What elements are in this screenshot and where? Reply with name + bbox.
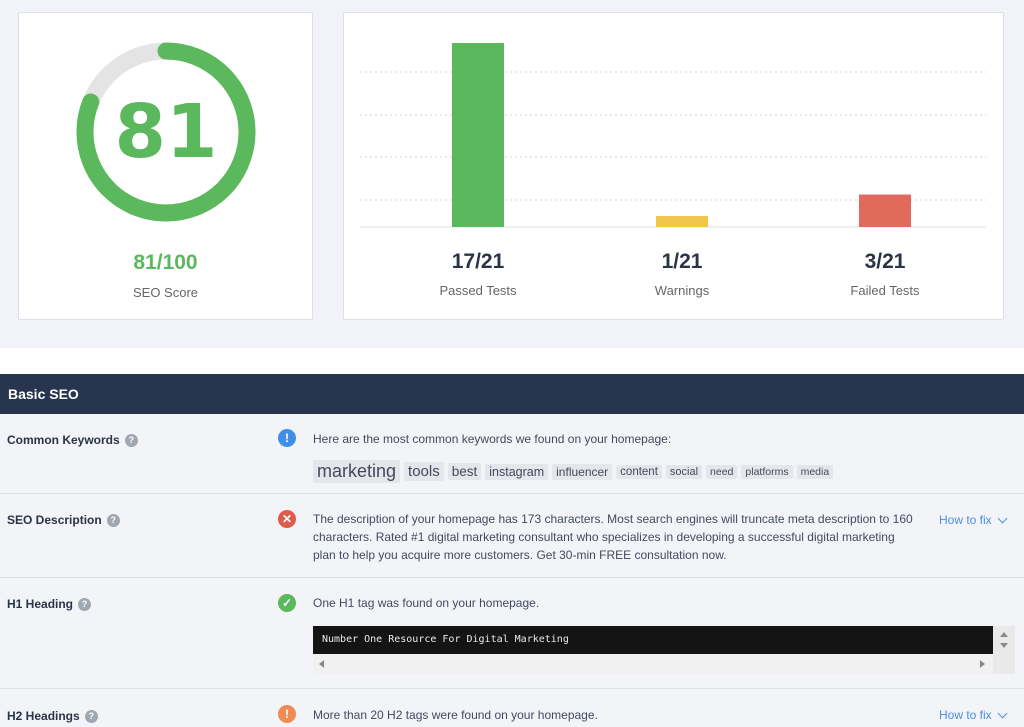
keyword-tag: need <box>706 464 738 479</box>
score-caption: SEO Score <box>132 285 199 300</box>
keyword-tag: media <box>796 464 834 479</box>
h2-headings-label: H2 Headings ? <box>7 709 98 723</box>
h2-headings-title: H2 Headings <box>7 709 80 723</box>
how-to-fix-label: How to fix <box>939 513 992 527</box>
chevron-down-icon <box>997 513 1008 523</box>
h2-headings-text: More than 20 H2 tags were found on your … <box>313 708 598 722</box>
h1-code-box[interactable]: Number One Resource For Digital Marketin… <box>313 626 1015 674</box>
help-icon[interactable]: ? <box>78 597 92 611</box>
help-icon[interactable]: ? <box>84 709 98 723</box>
scroll-right-icon[interactable] <box>980 660 985 668</box>
keyword-tag: instagram <box>485 463 549 480</box>
keyword-tag: tools <box>404 462 444 481</box>
scroll-left-icon[interactable] <box>319 660 324 668</box>
failed-tests-value: 3/21 <box>864 250 906 273</box>
h1-heading-title: H1 Heading <box>7 597 74 611</box>
seo-description-title: SEO Description <box>7 513 102 527</box>
keyword-tag: influencer <box>552 463 613 480</box>
passed-tests-label: Passed Tests <box>439 283 517 298</box>
cross-icon: ✕ <box>278 510 296 528</box>
warnings-label: Warnings <box>654 283 710 298</box>
test-bar <box>656 216 708 227</box>
scroll-up-icon[interactable] <box>1000 632 1008 637</box>
warnings-value: 1/21 <box>661 250 703 273</box>
keyword-list: marketing tools best instagram influence… <box>313 460 834 483</box>
score-number: 81 <box>114 89 218 175</box>
horizontal-scrollbar[interactable] <box>313 654 993 674</box>
seo-description-row: SEO Description ? ✕ The description of y… <box>0 494 1024 578</box>
h1-heading-text: One H1 tag was found on your homepage. <box>313 596 540 610</box>
how-to-fix-link[interactable]: How to fix <box>939 513 1008 527</box>
keyword-tag: social <box>665 464 703 479</box>
h1-code-content: Number One Resource For Digital Marketin… <box>313 626 993 654</box>
how-to-fix-label: How to fix <box>939 708 992 722</box>
common-keywords-label: Common Keywords ? <box>7 433 138 447</box>
check-icon: ✓ <box>278 594 296 612</box>
test-results-card: 17/21 Passed Tests 1/21 Warnings 3/21 Fa… <box>343 12 1004 320</box>
keyword-tag: content <box>616 464 662 479</box>
scroll-down-icon[interactable] <box>1000 643 1008 648</box>
passed-tests-value: 17/21 <box>451 250 505 273</box>
common-keywords-title: Common Keywords <box>7 433 120 447</box>
h2-headings-row: H2 Headings ? ! More than 20 H2 tags wer… <box>0 689 1024 727</box>
common-keywords-row: Common Keywords ? ! Here are the most co… <box>0 414 1024 494</box>
test-results-bar-chart <box>360 43 986 228</box>
test-bar <box>452 43 504 227</box>
vertical-scrollbar[interactable] <box>993 626 1015 674</box>
h1-heading-label: H1 Heading ? <box>7 597 92 611</box>
test-bar <box>859 194 911 227</box>
help-icon[interactable]: ? <box>106 513 120 527</box>
score-fraction: 81/100 <box>133 251 198 274</box>
info-icon: ! <box>278 429 296 447</box>
chevron-down-icon <box>997 708 1008 718</box>
seo-description-label: SEO Description ? <box>7 513 120 527</box>
section-divider <box>0 348 1024 374</box>
keyword-tag: marketing <box>313 460 401 483</box>
section-header: Basic SEO <box>0 374 1024 414</box>
score-gauge: 81 <box>75 41 257 223</box>
how-to-fix-link[interactable]: How to fix <box>939 708 1008 722</box>
keyword-tag: best <box>447 463 482 480</box>
seo-description-text: The description of your homepage has 173… <box>313 512 913 562</box>
keyword-tag: platforms <box>741 464 793 479</box>
help-icon[interactable]: ? <box>124 433 138 447</box>
failed-tests-label: Failed Tests <box>850 283 920 298</box>
common-keywords-text: Here are the most common keywords we fou… <box>313 432 672 446</box>
seo-score-card: 81 81/100 SEO Score <box>18 12 313 320</box>
warning-icon: ! <box>278 705 296 723</box>
h1-heading-row: H1 Heading ? ✓ One H1 tag was found on y… <box>0 578 1024 689</box>
